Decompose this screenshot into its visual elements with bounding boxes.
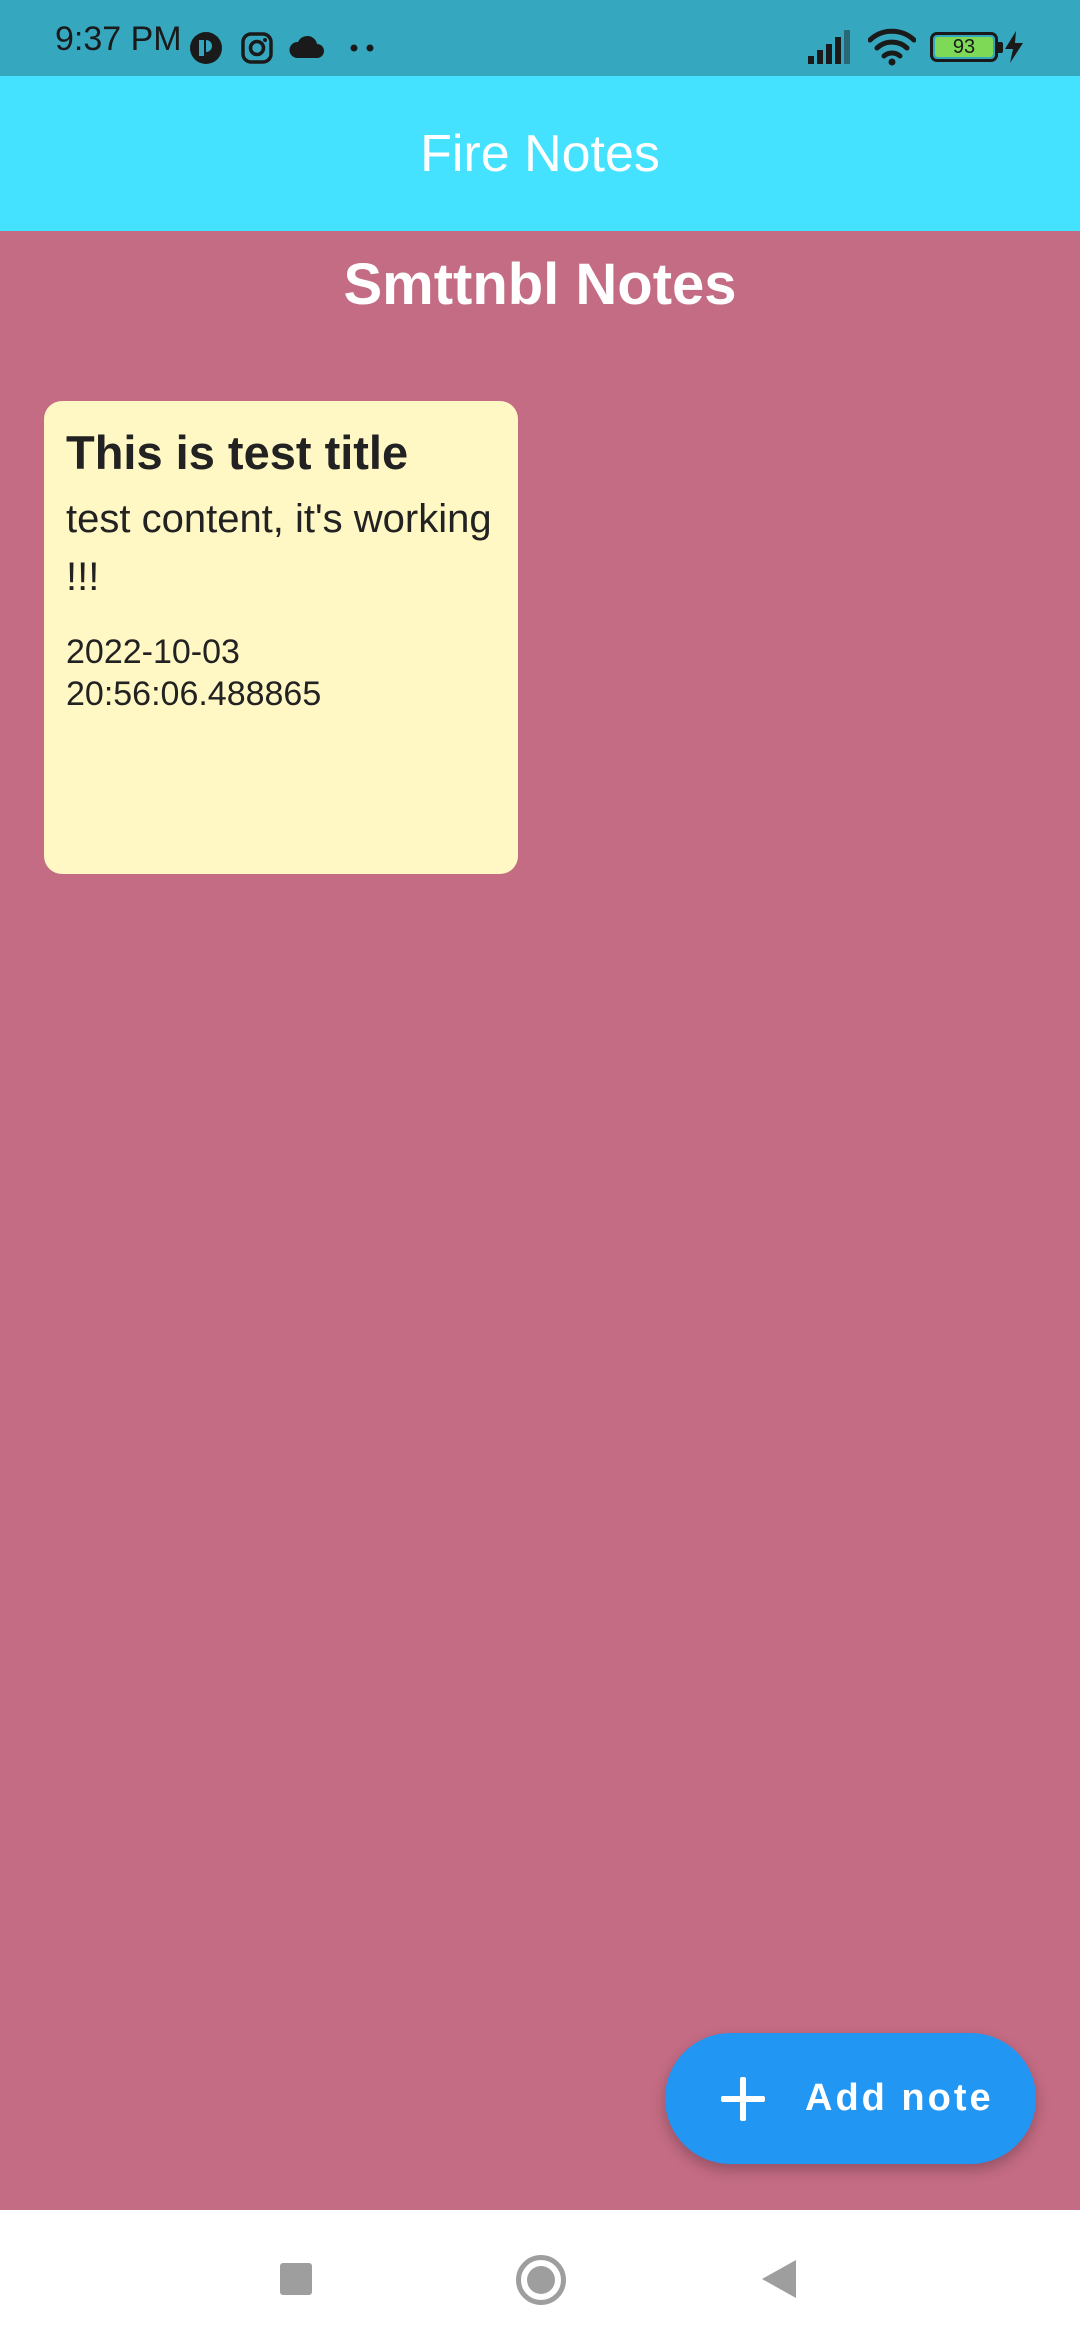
note-content: test content, it's working !!! <box>66 497 492 600</box>
note-date: 2022-10-03 20:56:06.488865 <box>66 633 322 713</box>
note-title: This is test title <box>66 426 409 479</box>
wifi-icon <box>868 28 916 66</box>
system-nav-bar <box>0 2210 1080 2340</box>
more-dots-icon <box>350 44 374 52</box>
status-bar: 9:37 PM 93 <box>0 0 1080 76</box>
back-icon[interactable] <box>762 2260 796 2298</box>
instagram-icon <box>241 32 273 64</box>
plus-icon <box>721 2076 765 2121</box>
recent-apps-icon[interactable] <box>280 2263 312 2295</box>
sync-app-icon <box>190 32 222 64</box>
status-time: 9:37 PM <box>55 20 182 58</box>
add-note-label: Add note <box>805 2077 994 2119</box>
battery-icon: 93 <box>930 32 1003 62</box>
page-heading: Smttnbl Notes <box>343 252 737 317</box>
app-bar: Fire Notes <box>0 76 1080 231</box>
cloud-icon <box>289 35 324 58</box>
note-card[interactable]: This is test title test content, it's wo… <box>44 401 518 874</box>
add-note-button[interactable]: Add note <box>665 2033 1036 2164</box>
app-title: Fire Notes <box>420 124 660 183</box>
home-icon[interactable] <box>516 2255 566 2305</box>
signal-icon <box>808 30 850 64</box>
charging-bolt-icon <box>1005 31 1023 63</box>
battery-level: 93 <box>952 36 976 58</box>
